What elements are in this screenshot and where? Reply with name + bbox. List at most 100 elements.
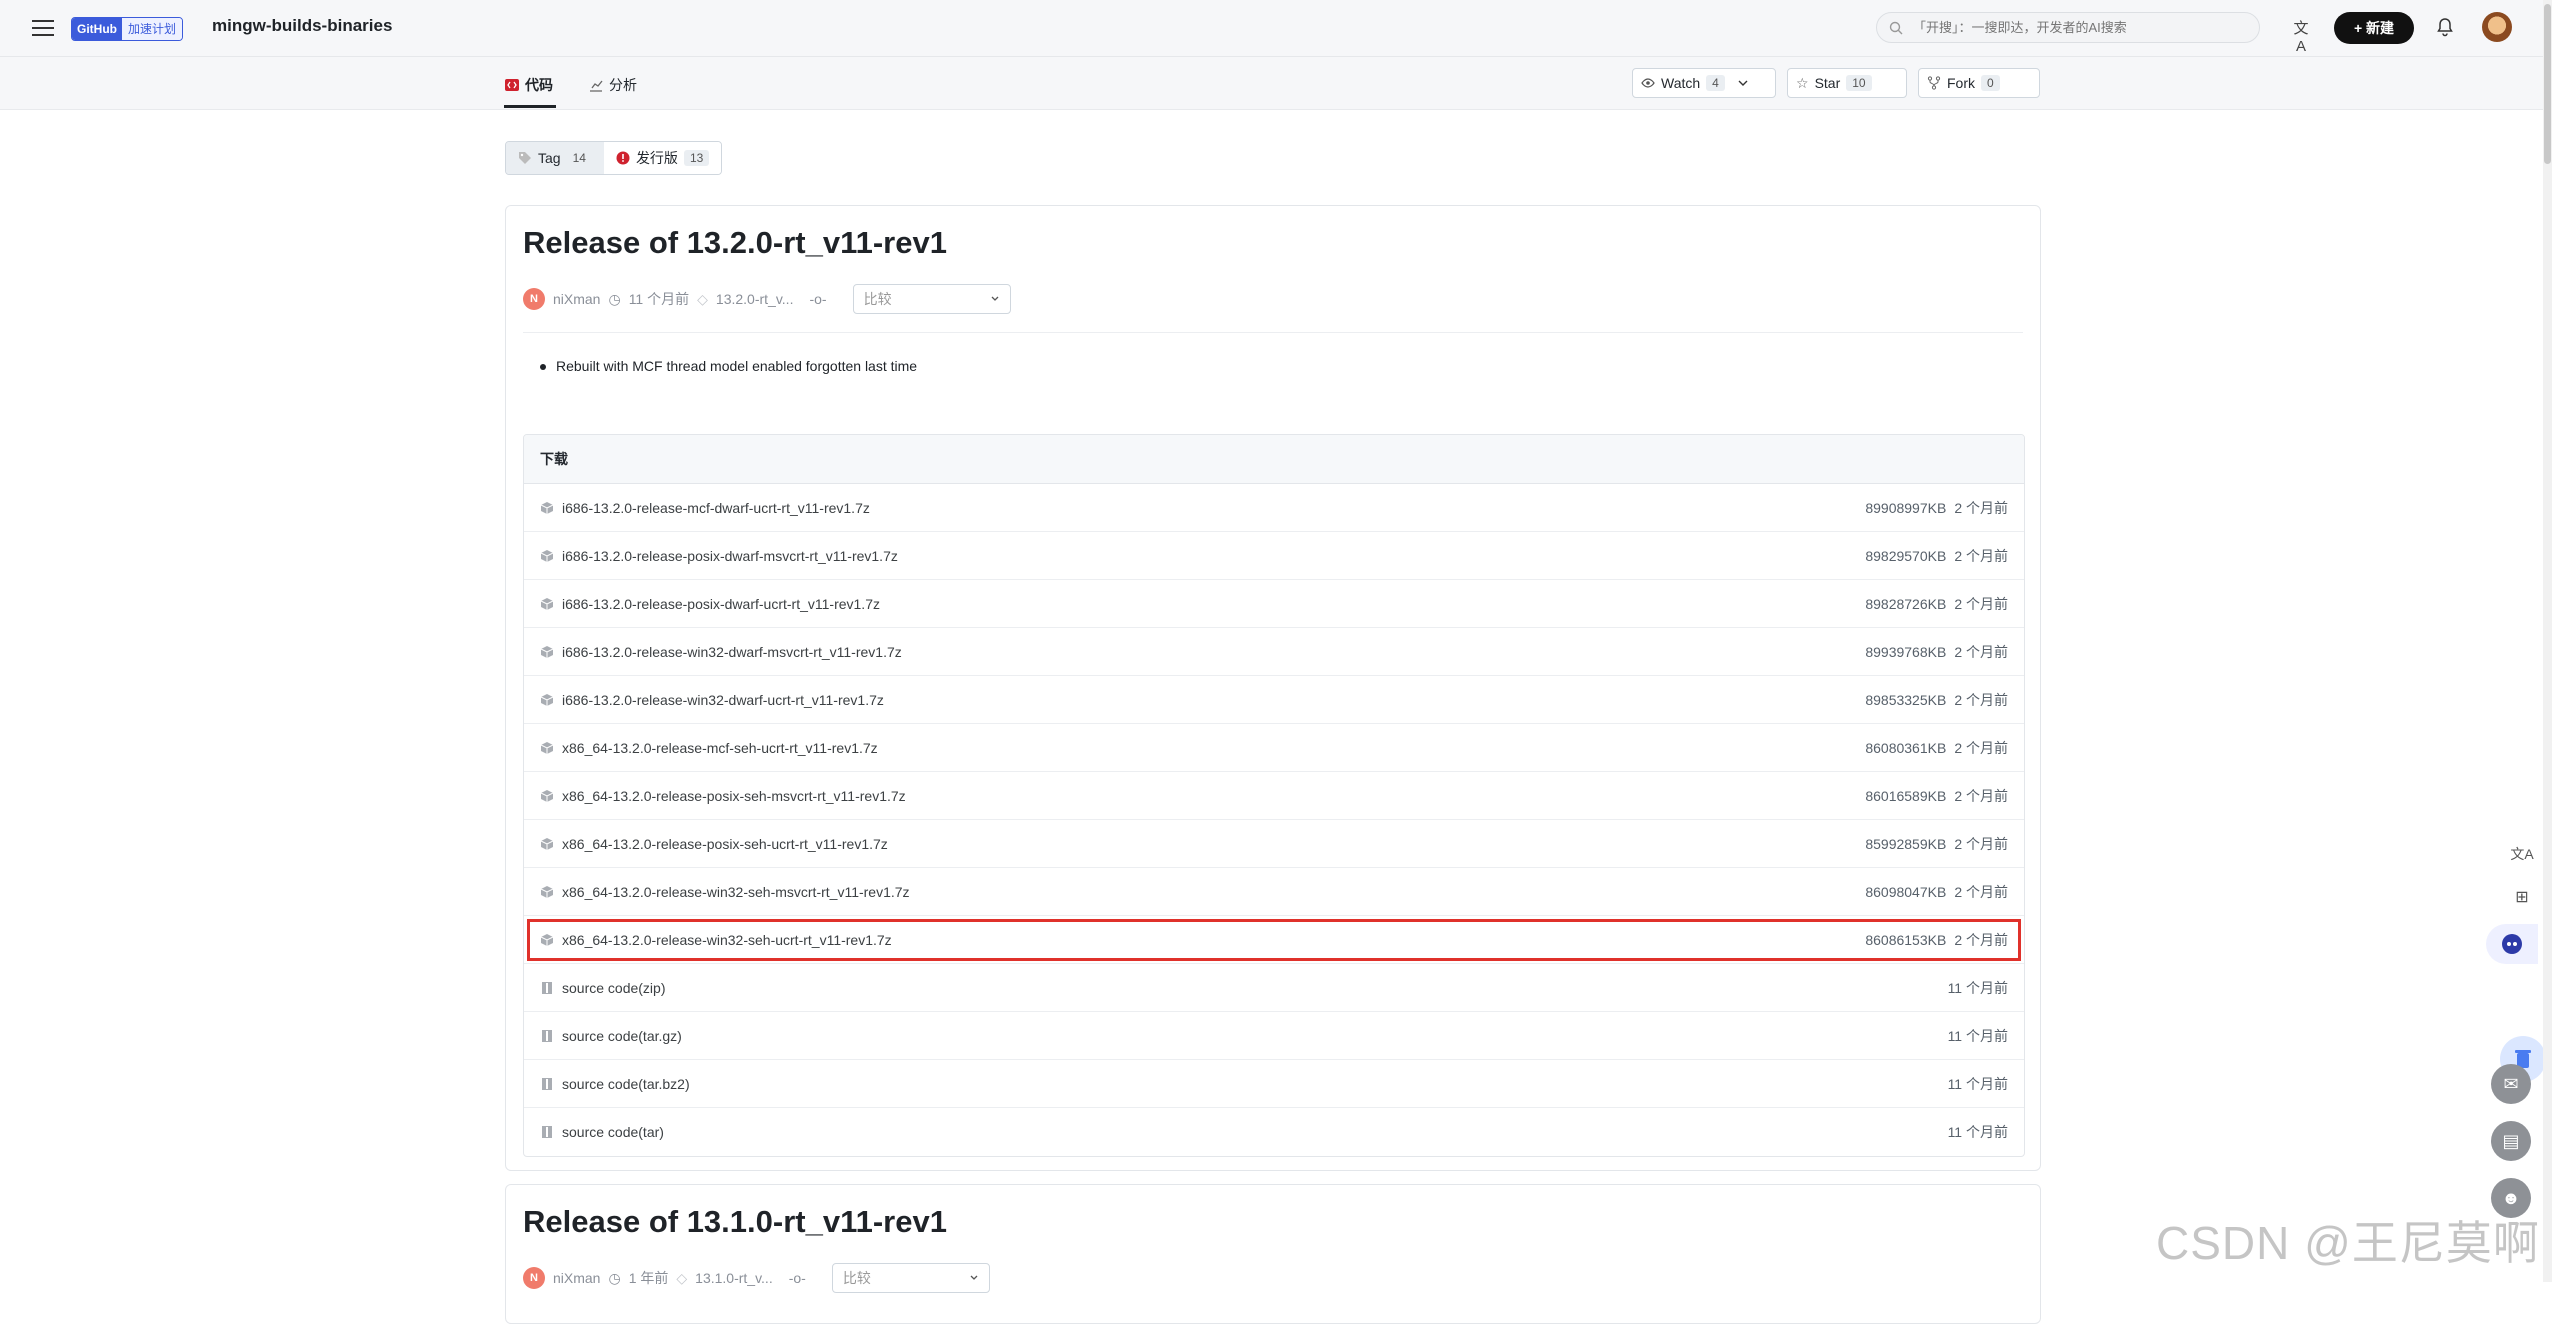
release-icon bbox=[616, 151, 630, 165]
search-icon bbox=[1889, 21, 1903, 34]
ai-assistant-icon[interactable] bbox=[2486, 924, 2538, 964]
release-card: Release of 13.1.0-rt_v11-rev1 N niXman ◷… bbox=[505, 1184, 2041, 1324]
search-input[interactable] bbox=[1911, 19, 2259, 36]
download-row[interactable]: i686-13.2.0-release-win32-dwarf-ucrt-rt_… bbox=[524, 676, 2024, 724]
downloads-header: 下载 bbox=[524, 435, 2024, 484]
release-title[interactable]: Release of 13.1.0-rt_v11-rev1 bbox=[523, 1204, 947, 1240]
release-filter-label: 发行版 bbox=[635, 150, 678, 166]
search-box[interactable] bbox=[1876, 12, 2260, 43]
author-avatar[interactable]: N bbox=[523, 1267, 545, 1289]
download-row[interactable]: x86_64-13.2.0-release-posix-seh-ucrt-rt_… bbox=[524, 820, 2024, 868]
author-name[interactable]: niXman bbox=[553, 1270, 600, 1286]
document-icon[interactable]: ▤ bbox=[2491, 1121, 2531, 1161]
download-file-name[interactable]: source code(zip) bbox=[562, 980, 1940, 996]
download-file-name[interactable]: x86_64-13.2.0-release-posix-seh-msvcrt-r… bbox=[562, 788, 1865, 804]
watch-button[interactable]: Watch 4 bbox=[1632, 68, 1776, 98]
release-tag[interactable]: 13.2.0-rt_v... bbox=[716, 291, 794, 307]
download-file-size: 89828726KB bbox=[1865, 595, 1947, 612]
download-file-name[interactable]: source code(tar) bbox=[562, 1124, 1940, 1140]
apps-icon[interactable]: ⊞ bbox=[2505, 880, 2539, 914]
commit-icon: -o- bbox=[788, 1270, 806, 1286]
file-zip-icon bbox=[542, 1126, 552, 1138]
release-card: Release of 13.2.0-rt_v11-rev1 N niXman ◷… bbox=[505, 205, 2041, 1171]
scrollbar-thumb[interactable] bbox=[2544, 4, 2551, 164]
download-row[interactable]: x86_64-13.2.0-release-mcf-seh-ucrt-rt_v1… bbox=[524, 724, 2024, 772]
translate-float-icon[interactable]: 文A bbox=[2505, 837, 2539, 871]
download-file-name[interactable]: i686-13.2.0-release-mcf-dwarf-ucrt-rt_v1… bbox=[562, 500, 1865, 516]
download-file-size: 86086153KB bbox=[1865, 931, 1947, 948]
download-file-name[interactable]: x86_64-13.2.0-release-win32-seh-msvcrt-r… bbox=[562, 884, 1865, 900]
download-file-time: 2 个月前 bbox=[1954, 787, 2008, 804]
download-file-name[interactable]: i686-13.2.0-release-win32-dwarf-ucrt-rt_… bbox=[562, 692, 1865, 708]
clock-icon: ◷ bbox=[608, 290, 621, 307]
release-tag[interactable]: 13.1.0-rt_v... bbox=[695, 1270, 773, 1286]
download-file-name[interactable]: x86_64-13.2.0-release-mcf-seh-ucrt-rt_v1… bbox=[562, 740, 1865, 756]
tab-analysis-label: 分析 bbox=[609, 77, 637, 93]
download-file-time: 2 个月前 bbox=[1954, 835, 2008, 852]
download-row[interactable]: i686-13.2.0-release-mcf-dwarf-ucrt-rt_v1… bbox=[524, 484, 2024, 532]
download-file-size: 86098047KB bbox=[1865, 883, 1947, 900]
tab-analysis[interactable]: 分析 bbox=[589, 75, 637, 95]
tag-icon bbox=[519, 152, 531, 164]
release-filter[interactable]: 发行版 13 bbox=[603, 142, 722, 174]
compare-dropdown[interactable]: 比较 bbox=[852, 284, 1011, 314]
download-row[interactable]: i686-13.2.0-release-win32-dwarf-msvcrt-r… bbox=[524, 628, 2024, 676]
download-row[interactable]: i686-13.2.0-release-posix-dwarf-ucrt-rt_… bbox=[524, 580, 2024, 628]
source-code-row[interactable]: source code(tar.bz2) 11 个月前 bbox=[524, 1060, 2024, 1108]
watch-label: Watch bbox=[1661, 75, 1701, 91]
star-icon: ☆ bbox=[1796, 74, 1809, 91]
tag-filter[interactable]: Tag 14 bbox=[506, 142, 604, 174]
tab-code[interactable]: 代码 bbox=[505, 75, 553, 95]
file-zip-icon bbox=[542, 981, 552, 994]
tag-small-icon: ◇ bbox=[697, 290, 708, 307]
top-header: GitHub 加速计划 mingw-builds-binaries 文A + 新… bbox=[0, 0, 2552, 57]
download-file-time: 2 个月前 bbox=[1954, 643, 2008, 660]
download-row[interactable]: i686-13.2.0-release-posix-dwarf-msvcrt-r… bbox=[524, 532, 2024, 580]
translate-icon[interactable]: 文A bbox=[2290, 17, 2312, 55]
new-button[interactable]: + 新建 bbox=[2334, 12, 2414, 44]
menu-icon[interactable] bbox=[32, 17, 54, 37]
download-row[interactable]: x86_64-13.2.0-release-posix-seh-msvcrt-r… bbox=[524, 772, 2024, 820]
scrollbar[interactable] bbox=[2543, 0, 2552, 1282]
mail-icon[interactable]: ✉ bbox=[2491, 1064, 2531, 1104]
download-file-time: 2 个月前 bbox=[1954, 931, 2008, 948]
user-avatar[interactable] bbox=[2482, 12, 2512, 42]
download-file-name[interactable]: source code(tar.gz) bbox=[562, 1028, 1940, 1044]
star-label: Star bbox=[1814, 75, 1841, 91]
eye-icon bbox=[1641, 78, 1655, 88]
download-file-time: 2 个月前 bbox=[1954, 883, 2008, 900]
fork-button[interactable]: Fork 0 bbox=[1918, 68, 2040, 98]
package-icon bbox=[540, 693, 554, 706]
download-row[interactable]: x86_64-13.2.0-release-win32-seh-ucrt-rt_… bbox=[524, 916, 2024, 964]
source-code-row[interactable]: source code(zip) 11 个月前 bbox=[524, 964, 2024, 1012]
bell-icon[interactable] bbox=[2434, 16, 2456, 38]
source-code-row[interactable]: source code(tar) 11 个月前 bbox=[524, 1108, 2024, 1156]
release-title[interactable]: Release of 13.2.0-rt_v11-rev1 bbox=[523, 225, 947, 261]
chevron-down-icon[interactable] bbox=[1737, 77, 1749, 89]
compare-label: 比较 bbox=[863, 291, 892, 307]
download-file-size: 89829570KB bbox=[1865, 547, 1947, 564]
source-code-row[interactable]: source code(tar.gz) 11 个月前 bbox=[524, 1012, 2024, 1060]
download-file-time: 2 个月前 bbox=[1954, 739, 2008, 756]
release-note-item: Rebuilt with MCF thread model enabled fo… bbox=[539, 358, 918, 374]
download-file-name[interactable]: x86_64-13.2.0-release-posix-seh-ucrt-rt_… bbox=[562, 836, 1865, 852]
compare-dropdown[interactable]: 比较 bbox=[831, 1263, 990, 1293]
download-file-name[interactable]: x86_64-13.2.0-release-win32-seh-ucrt-rt_… bbox=[562, 932, 1865, 948]
file-zip-icon bbox=[542, 1077, 552, 1090]
package-icon bbox=[540, 837, 554, 850]
author-name[interactable]: niXman bbox=[553, 291, 600, 307]
download-file-time: 2 个月前 bbox=[1954, 691, 2008, 708]
repo-name[interactable]: mingw-builds-binaries bbox=[212, 16, 392, 36]
chart-icon bbox=[590, 80, 603, 92]
code-icon bbox=[505, 79, 519, 91]
gitcode-badge[interactable]: GitHub 加速计划 bbox=[71, 17, 184, 41]
download-file-name[interactable]: source code(tar.bz2) bbox=[562, 1076, 1940, 1092]
author-avatar[interactable]: N bbox=[523, 288, 545, 310]
download-row[interactable]: x86_64-13.2.0-release-win32-seh-msvcrt-r… bbox=[524, 868, 2024, 916]
downloads-list: i686-13.2.0-release-mcf-dwarf-ucrt-rt_v1… bbox=[524, 484, 2024, 1156]
watch-count: 4 bbox=[1706, 75, 1725, 91]
download-file-name[interactable]: i686-13.2.0-release-win32-dwarf-msvcrt-r… bbox=[562, 644, 1865, 660]
star-button[interactable]: ☆ Star 10 bbox=[1787, 68, 1907, 98]
download-file-name[interactable]: i686-13.2.0-release-posix-dwarf-msvcrt-r… bbox=[562, 548, 1865, 564]
download-file-name[interactable]: i686-13.2.0-release-posix-dwarf-ucrt-rt_… bbox=[562, 596, 1865, 612]
